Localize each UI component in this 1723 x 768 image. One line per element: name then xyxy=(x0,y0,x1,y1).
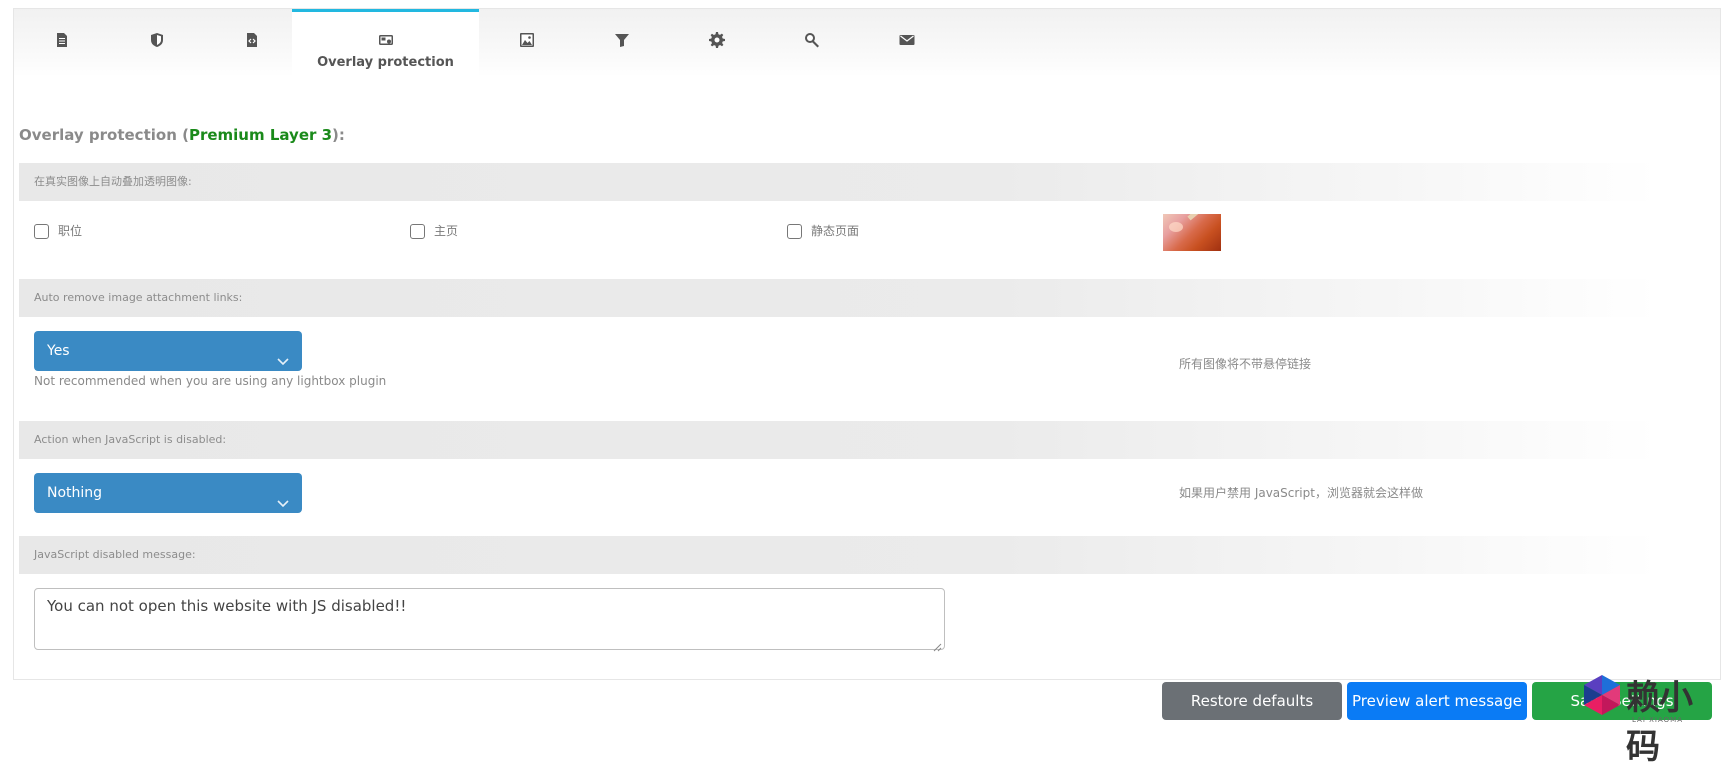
section-title-suffix: ): xyxy=(332,126,345,144)
shield-icon xyxy=(148,31,166,49)
tab-bar: Overlay protection xyxy=(14,9,1720,77)
checkbox-box[interactable] xyxy=(34,224,49,239)
checkbox-homepage[interactable]: 主页 xyxy=(410,222,458,239)
auto-remove-hint: Not recommended when you are using any l… xyxy=(34,374,387,388)
overlay-preview-thumbnail xyxy=(1163,214,1221,251)
envelope-icon xyxy=(898,31,916,49)
js-action-select[interactable]: Nothing xyxy=(34,473,302,513)
select-value: Nothing xyxy=(47,485,103,501)
auto-remove-heading: Auto remove image attachment links: xyxy=(19,279,1659,317)
checkbox-label: 职位 xyxy=(58,224,83,238)
image-icon xyxy=(518,31,536,49)
chevron-down-icon xyxy=(276,344,290,366)
overlay-icon xyxy=(377,31,395,49)
tab-search[interactable] xyxy=(764,9,859,77)
checkbox-static-pages[interactable]: 静态页面 xyxy=(787,222,859,239)
tab-image[interactable] xyxy=(479,9,574,77)
tab-overlay-protection[interactable]: Overlay protection xyxy=(292,9,479,77)
tab-label: Overlay protection xyxy=(317,55,454,70)
js-message-textarea[interactable]: You can not open this website with JS di… xyxy=(34,588,945,652)
auto-remove-select[interactable]: Yes xyxy=(34,331,302,371)
checkbox-label: 主页 xyxy=(434,224,459,238)
watermark: 赖小码 LAI XIAOMA xyxy=(1580,670,1720,767)
checkbox-box[interactable] xyxy=(410,224,425,239)
section-title: Overlay protection (Premium Layer 3): xyxy=(19,126,345,144)
watermark-logo-icon xyxy=(1584,675,1620,715)
tab-document[interactable] xyxy=(14,9,109,77)
search-icon xyxy=(803,31,821,49)
premium-label: Premium Layer 3 xyxy=(188,126,333,144)
overlay-heading: 在真实图像上自动叠加透明图像: xyxy=(19,163,1659,201)
textarea-value: You can not open this website with JS di… xyxy=(47,597,407,615)
tab-settings[interactable] xyxy=(669,9,764,77)
select-value: Yes xyxy=(47,343,70,359)
checkbox-posts[interactable]: 职位 xyxy=(34,222,82,239)
chevron-down-icon xyxy=(276,486,290,508)
auto-remove-note: 所有图像将不带悬停链接 xyxy=(1179,357,1312,371)
code-file-icon xyxy=(243,31,261,49)
tab-code[interactable] xyxy=(204,9,299,77)
js-action-heading: Action when JavaScript is disabled: xyxy=(19,421,1659,459)
tab-email[interactable] xyxy=(859,9,954,77)
tab-shield[interactable] xyxy=(109,9,204,77)
watermark-subtext: LAI XIAOMA xyxy=(1632,716,1684,724)
section-title-prefix: Overlay protection ( xyxy=(19,126,189,144)
restore-defaults-button[interactable]: Restore defaults xyxy=(1162,682,1342,720)
preview-alert-button[interactable]: Preview alert message xyxy=(1347,682,1527,720)
tab-filter[interactable] xyxy=(574,9,669,77)
checkbox-label: 静态页面 xyxy=(811,224,860,238)
js-message-heading: JavaScript disabled message: xyxy=(19,536,1659,574)
filter-icon xyxy=(613,31,631,49)
document-icon xyxy=(53,31,71,49)
checkbox-box[interactable] xyxy=(787,224,802,239)
gear-icon xyxy=(708,31,726,49)
js-action-note: 如果用户禁用 JavaScript，浏览器就会这样做 xyxy=(1179,486,1423,500)
resize-grip-icon[interactable] xyxy=(933,638,942,652)
